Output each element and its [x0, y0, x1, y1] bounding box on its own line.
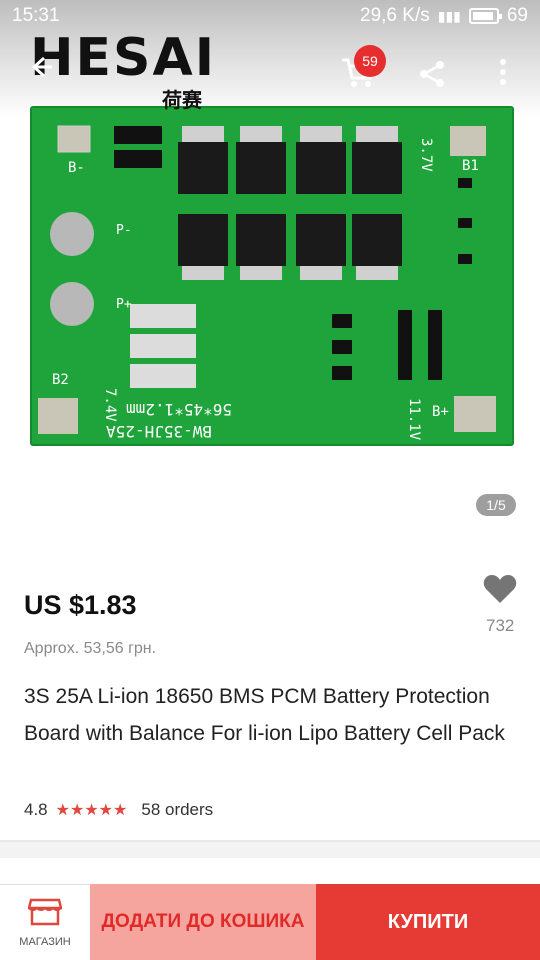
svg-text:B+: B+	[432, 404, 449, 420]
orders-count: 58 orders	[141, 800, 214, 819]
pad-b-minus	[57, 125, 91, 153]
svg-text:P-: P-	[116, 223, 132, 238]
svg-text:11.1V: 11.1V	[406, 398, 422, 441]
buy-now-button[interactable]: КУПИТИ	[316, 884, 540, 960]
store-icon	[27, 898, 63, 930]
mosfet-row-top	[178, 142, 402, 194]
pad-b-plus	[454, 396, 496, 432]
brand-logo: HESAI 荷赛	[30, 28, 217, 112]
section-spacer	[0, 842, 540, 858]
shunt-resistor	[114, 126, 162, 144]
svg-text:B2: B2	[52, 372, 69, 388]
svg-text:B-: B-	[68, 160, 85, 176]
pad-b2	[38, 398, 78, 434]
product-image-gallery[interactable]: HESAI 荷赛 B- 3.7V B1 P- P+ B2 7.4V 56*45*…	[0, 0, 540, 540]
rating-stars-icon: ★★★★★	[55, 802, 128, 819]
svg-text:P+: P+	[116, 297, 132, 312]
svg-text:7.4V: 7.4V	[102, 388, 118, 422]
product-photo: B- 3.7V B1 P- P+ B2 7.4V 56*45*1.2mm BW-…	[30, 106, 514, 446]
network-speed: 29,6 K/s	[360, 5, 430, 26]
rating-value: 4.8	[24, 800, 48, 819]
store-label: МАГАЗИН	[19, 935, 71, 948]
more-options-icon[interactable]	[498, 58, 508, 93]
status-right: 29,6 K/s ▮▮▮ 69	[360, 5, 528, 27]
share-icon[interactable]	[418, 60, 446, 95]
rating-row: 4.8 ★★★★★ 58 orders	[24, 800, 213, 820]
svg-text:56*45*1.2mm: 56*45*1.2mm	[126, 400, 232, 419]
back-arrow-icon[interactable]	[28, 54, 54, 87]
approx-local-price: Approx. 53,56 грн.	[24, 640, 157, 657]
pad-b1	[450, 126, 486, 156]
shunt-resistor	[114, 150, 162, 168]
mosfet-row-bottom	[178, 214, 402, 266]
battery-icon	[468, 8, 502, 24]
brand-logo-text: HESAI	[30, 28, 217, 88]
pad-p-plus	[50, 282, 94, 326]
cart-count-badge: 59	[354, 45, 386, 77]
product-price: US $1.83	[24, 590, 137, 620]
add-to-cart-button[interactable]: ДОДАТИ ДО КОШИКА	[90, 884, 316, 960]
image-pager-indicator: 1/5	[476, 494, 516, 516]
svg-text:BW-35JH-25A: BW-35JH-25A	[106, 422, 212, 441]
bottom-action-bar: МАГАЗИН ДОДАТИ ДО КОШИКА КУПИТИ	[0, 884, 540, 960]
pad-p-minus	[50, 212, 94, 256]
svg-text:3.7V: 3.7V	[418, 138, 434, 172]
status-time: 15:31	[12, 5, 60, 26]
product-title: 3S 25A Li-ion 18650 BMS PCM Battery Prot…	[24, 685, 505, 745]
status-bar: 15:31 29,6 K/s ▮▮▮ 69	[0, 0, 540, 32]
small-ics	[332, 178, 472, 380]
mosfet-tabs-top	[182, 126, 398, 142]
balance-resistors	[130, 304, 196, 388]
svg-text:B1: B1	[462, 158, 479, 174]
pcb-board-illustration: B- 3.7V B1 P- P+ B2 7.4V 56*45*1.2mm BW-…	[38, 125, 496, 441]
battery-percent: 69	[506, 5, 528, 26]
store-button[interactable]: МАГАЗИН	[0, 884, 90, 960]
heart-icon[interactable]	[483, 572, 517, 614]
mosfet-legs-bottom	[182, 266, 398, 280]
favorites-count: 732	[486, 616, 515, 635]
signal-icon: ▮▮▮	[437, 7, 461, 24]
brand-logo-subtext: 荷赛	[162, 88, 202, 112]
